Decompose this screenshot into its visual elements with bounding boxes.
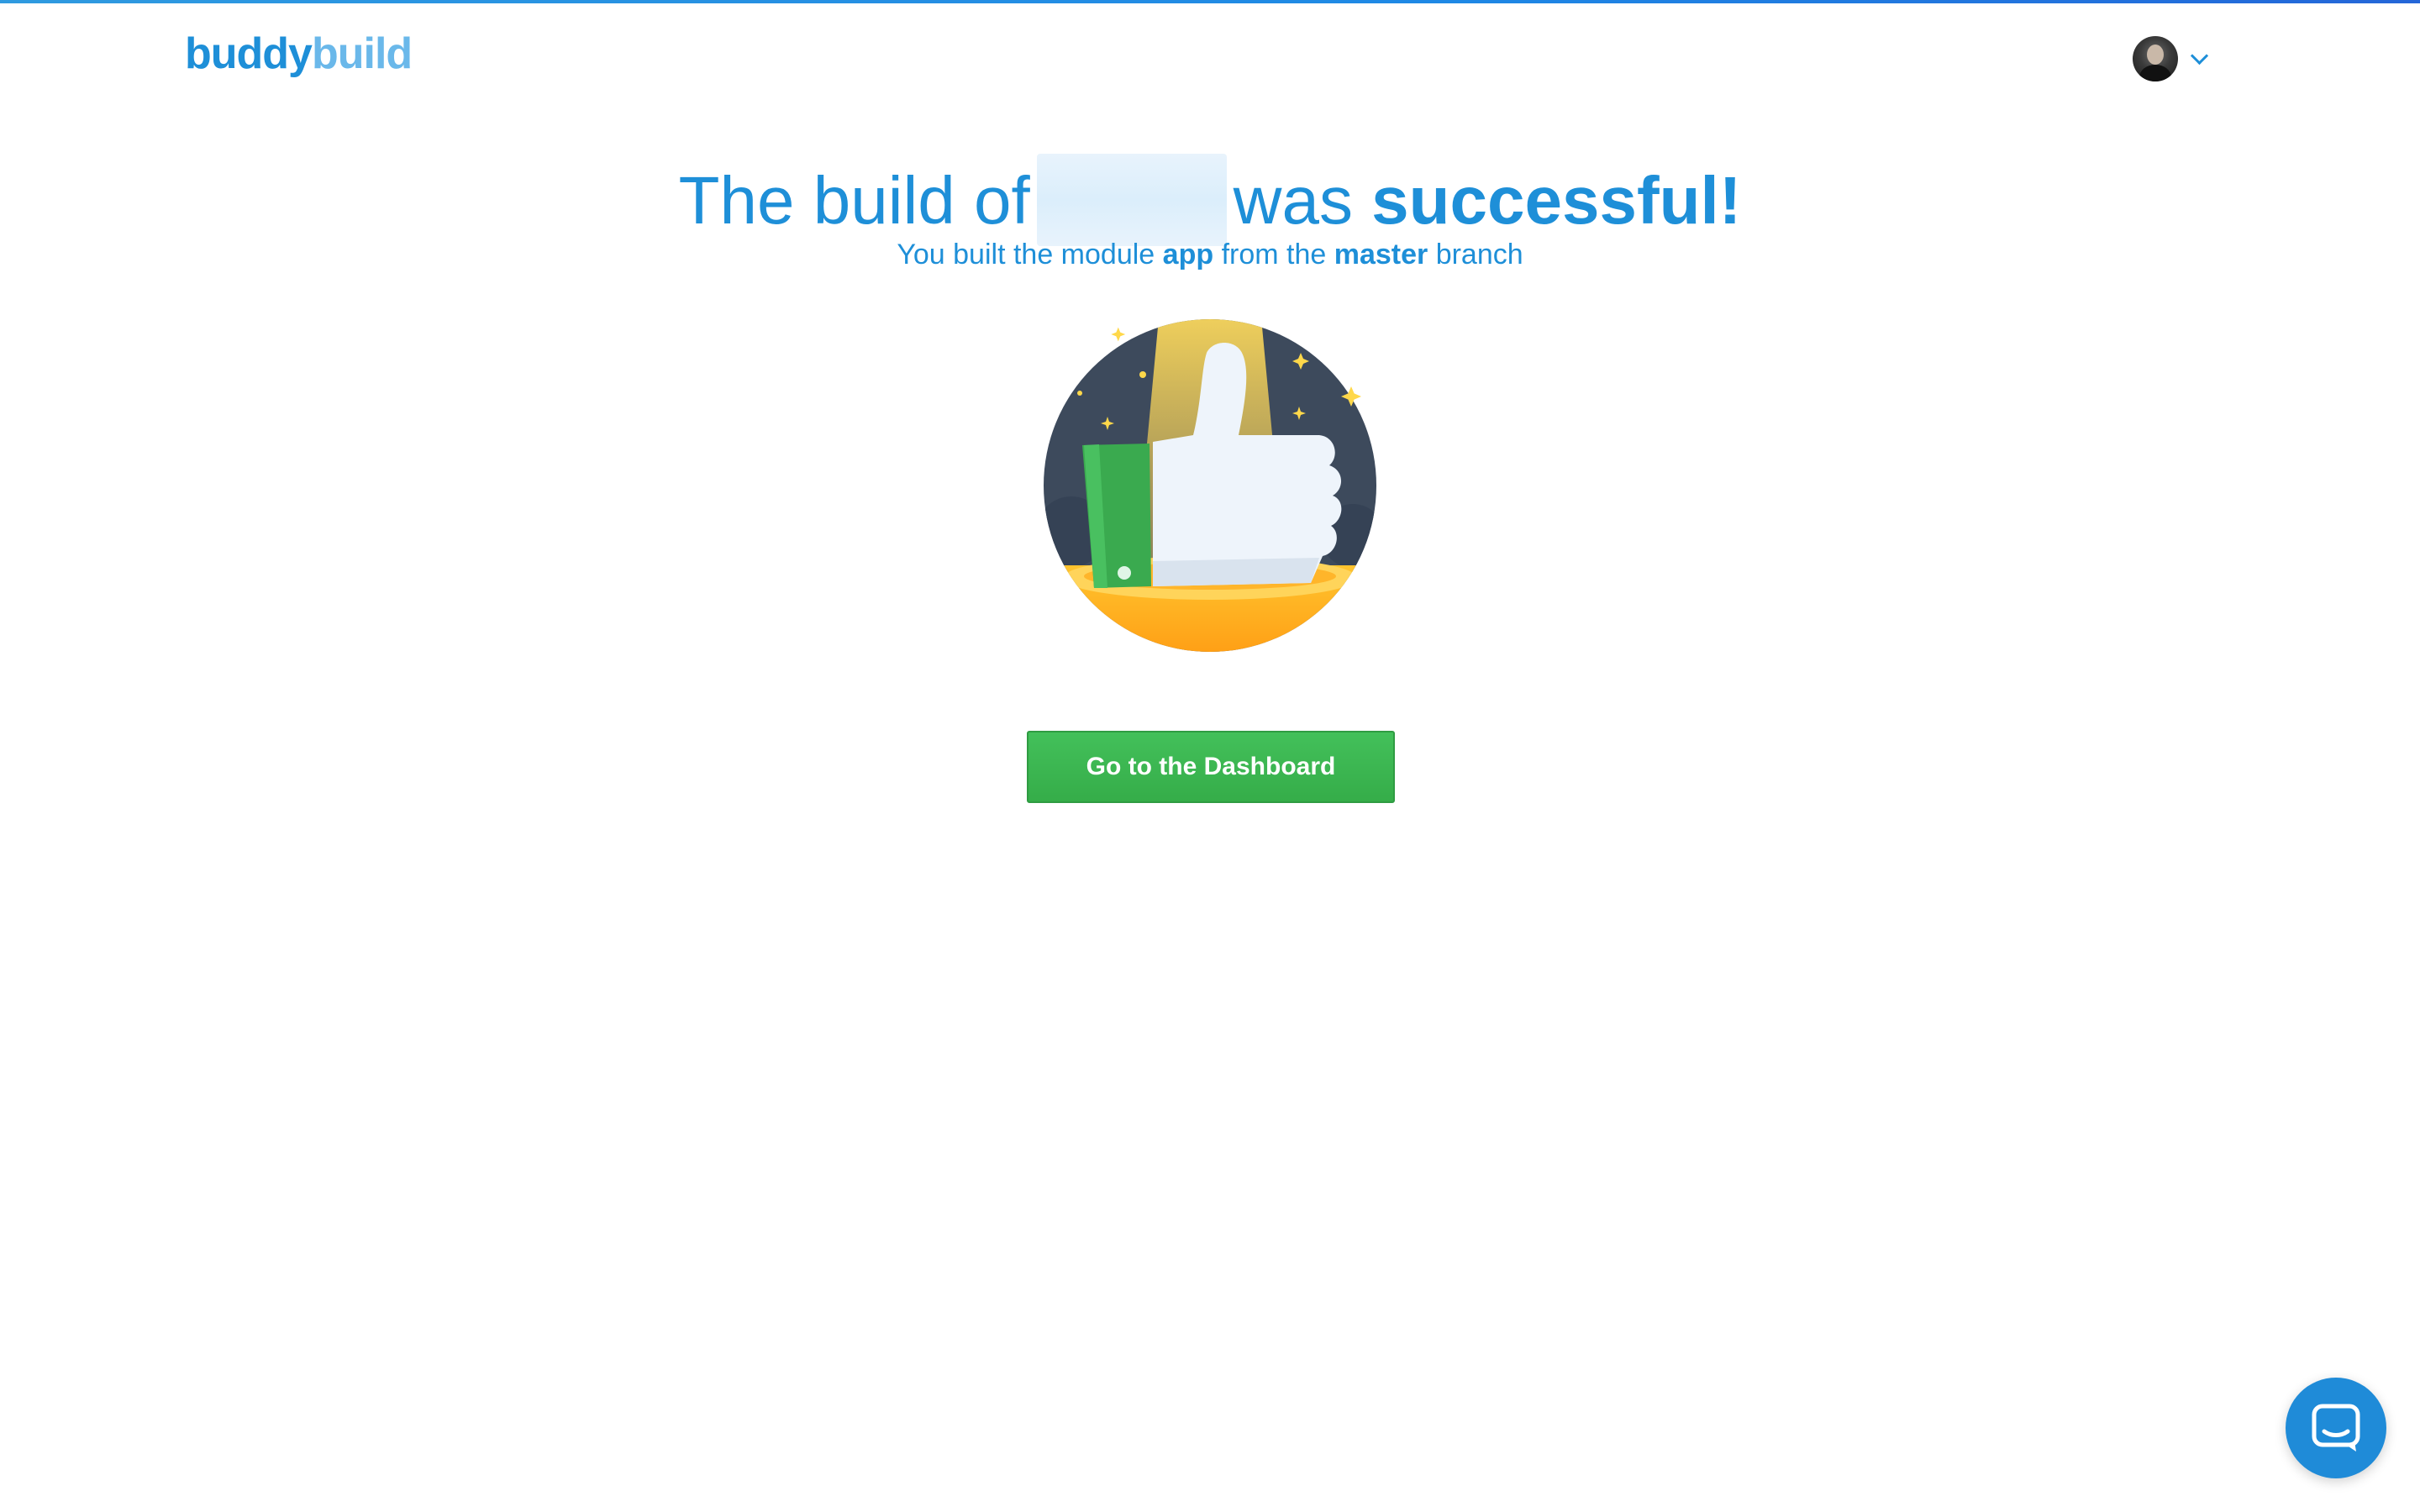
logo-text-buddy: buddy bbox=[185, 29, 313, 78]
summary-text-2: from the bbox=[1221, 239, 1327, 270]
summary-text-3: branch bbox=[1435, 239, 1523, 270]
build-summary: You built the module app from the master… bbox=[0, 234, 2420, 276]
thumbs-up-icon bbox=[1034, 309, 1386, 662]
module-name: app bbox=[1162, 239, 1214, 270]
user-menu[interactable] bbox=[2133, 34, 2217, 84]
go-to-dashboard-button[interactable]: Go to the Dashboard bbox=[1027, 731, 1395, 803]
top-header: buddybuild bbox=[0, 3, 2420, 104]
title-success: successful! bbox=[1371, 162, 1742, 238]
chat-launcher-button[interactable] bbox=[2286, 1378, 2386, 1478]
buddybuild-logo[interactable]: buddybuild bbox=[185, 29, 413, 79]
title-prefix: The build of bbox=[678, 162, 1030, 238]
title-middle: was bbox=[1233, 162, 1353, 238]
avatar bbox=[2133, 36, 2178, 81]
chevron-down-icon bbox=[2190, 46, 2209, 65]
summary-text-1: You built the module bbox=[897, 239, 1155, 270]
chat-icon bbox=[2312, 1404, 2360, 1452]
branch-name: master bbox=[1334, 239, 1428, 270]
logo-text-build: build bbox=[311, 29, 413, 78]
redacted-app-name bbox=[1036, 154, 1227, 247]
